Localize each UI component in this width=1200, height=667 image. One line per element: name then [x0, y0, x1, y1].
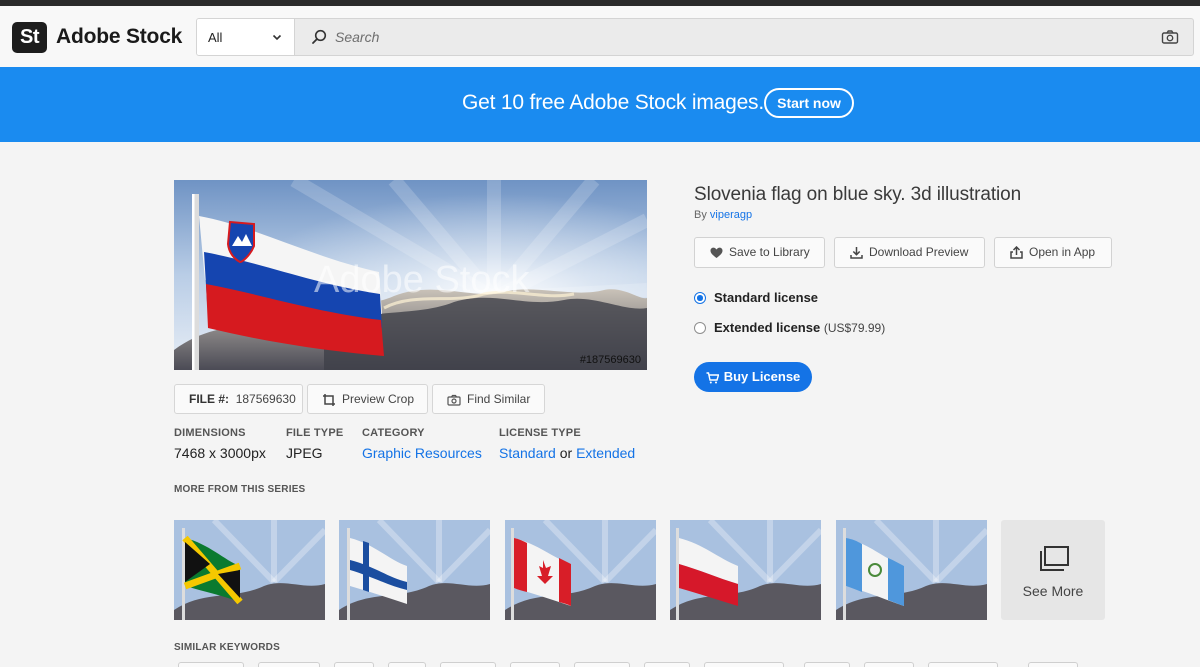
- preview-crop-label: Preview Crop: [342, 392, 415, 406]
- search-icon[interactable]: [311, 29, 327, 45]
- dimensions-block: DIMENSIONS 7468 x 3000px: [174, 427, 266, 461]
- share-icon: [1010, 246, 1023, 260]
- keyword-chip[interactable]: [574, 662, 630, 667]
- jamaica-flag-thumb: [174, 520, 325, 620]
- license-type-label: LICENSE TYPE: [499, 427, 581, 439]
- keyword-chip[interactable]: [704, 662, 784, 667]
- standard-license-radio[interactable]: [694, 292, 706, 304]
- search-input[interactable]: [335, 25, 1135, 49]
- open-in-app-button[interactable]: Open in App: [994, 237, 1112, 268]
- promo-text: Get 10 free Adobe Stock images.: [462, 91, 764, 114]
- standard-license-link[interactable]: Standard: [499, 445, 556, 461]
- extended-license-label: Extended license (US$79.99): [714, 320, 885, 335]
- open-in-app-label: Open in App: [1029, 245, 1096, 259]
- header: St Adobe Stock All: [0, 6, 1200, 67]
- watermark-text: Adobe Stock: [314, 259, 530, 301]
- guatemala-flag-thumb: [836, 520, 987, 620]
- series-heading: MORE FROM THIS SERIES: [174, 484, 306, 495]
- filetype-label: FILE TYPE: [286, 427, 344, 439]
- keyword-chip[interactable]: [440, 662, 496, 667]
- download-icon: [850, 247, 863, 260]
- keyword-chip[interactable]: [334, 662, 374, 667]
- keyword-chip[interactable]: [644, 662, 690, 667]
- keyword-chip[interactable]: [510, 662, 560, 667]
- dimensions-value: 7468 x 3000px: [174, 445, 266, 461]
- image-file-number: #187569630: [579, 354, 641, 366]
- extended-license-radio[interactable]: [694, 322, 706, 334]
- canada-flag-thumb: [505, 520, 656, 620]
- save-to-library-label: Save to Library: [729, 245, 810, 259]
- preview-crop-button[interactable]: Preview Crop: [307, 384, 428, 414]
- keyword-chip[interactable]: [258, 662, 320, 667]
- adobe-stock-logo-icon[interactable]: St: [12, 22, 47, 53]
- search-scope-value: All: [208, 30, 223, 45]
- keyword-chip[interactable]: [928, 662, 998, 667]
- category-block: CATEGORY Graphic Resources: [362, 427, 482, 461]
- category-link[interactable]: Graphic Resources: [362, 445, 482, 461]
- author-link[interactable]: viperagp: [710, 209, 752, 221]
- keyword-chip[interactable]: [178, 662, 244, 667]
- asset-title: Slovenia flag on blue sky. 3d illustrati…: [694, 184, 1022, 205]
- series-thumb-jamaica[interactable]: [174, 520, 325, 620]
- download-preview-label: Download Preview: [869, 245, 969, 259]
- heart-icon: [710, 247, 723, 258]
- see-more-label: See More: [1022, 583, 1084, 599]
- search-bar: All: [196, 18, 1194, 56]
- save-to-library-button[interactable]: Save to Library: [694, 237, 825, 268]
- file-number-button[interactable]: FILE #: 187569630: [174, 384, 303, 414]
- filetype-value: JPEG: [286, 445, 323, 461]
- find-similar-button[interactable]: Find Similar: [432, 384, 545, 414]
- license-type-block: LICENSE TYPE Standard or Extended: [499, 427, 635, 461]
- filetype-block: FILE TYPE JPEG: [286, 427, 343, 461]
- license-or-text: or: [559, 445, 573, 461]
- main-preview-image[interactable]: Adobe Stock #187569630: [174, 180, 647, 370]
- category-label: CATEGORY: [362, 427, 425, 439]
- similar-keywords-heading: SIMILAR KEYWORDS: [174, 642, 280, 653]
- slovenia-flag-image: Adobe Stock: [174, 180, 647, 370]
- file-number-value: 187569630: [235, 392, 296, 406]
- crop-icon: [323, 393, 335, 406]
- promo-banner: Get 10 free Adobe Stock images. Start no…: [0, 67, 1200, 142]
- series-thumb-guatemala[interactable]: [836, 520, 987, 620]
- camera-icon[interactable]: [1161, 29, 1179, 45]
- keyword-chip[interactable]: [388, 662, 426, 667]
- byline: By viperagp: [694, 209, 752, 221]
- see-more-button[interactable]: See More: [1001, 520, 1105, 620]
- logo-text[interactable]: Adobe Stock: [56, 25, 182, 49]
- camera-icon: [447, 394, 461, 406]
- standard-license-label: Standard license: [714, 290, 819, 305]
- download-preview-button[interactable]: Download Preview: [834, 237, 985, 268]
- search-scope-select[interactable]: All: [197, 19, 295, 55]
- license-type-value: Standard or Extended: [499, 445, 635, 461]
- series-thumb-finland[interactable]: [339, 520, 490, 620]
- stack-icon: [1040, 546, 1069, 571]
- chevron-down-icon: [272, 34, 282, 41]
- dimensions-label: DIMENSIONS: [174, 427, 246, 439]
- buy-license-label: Buy License: [723, 369, 801, 384]
- keyword-chip[interactable]: [864, 662, 914, 667]
- find-similar-label: Find Similar: [467, 392, 531, 406]
- start-now-button[interactable]: Start now: [764, 88, 854, 118]
- finland-flag-thumb: [339, 520, 490, 620]
- file-number-label: FILE #:: [189, 392, 230, 406]
- buy-license-button[interactable]: Buy License: [694, 362, 812, 392]
- byline-prefix: By: [694, 209, 707, 221]
- cart-icon: [706, 371, 719, 384]
- extended-license-link[interactable]: Extended: [576, 445, 635, 461]
- keyword-chip[interactable]: [1028, 662, 1078, 667]
- poland-flag-thumb: [670, 520, 821, 620]
- extended-license-price: (US$79.99): [823, 321, 886, 335]
- keyword-chip[interactable]: [804, 662, 850, 667]
- series-thumb-canada[interactable]: [505, 520, 656, 620]
- extended-license-text: Extended license: [714, 320, 821, 335]
- series-thumb-poland[interactable]: [670, 520, 821, 620]
